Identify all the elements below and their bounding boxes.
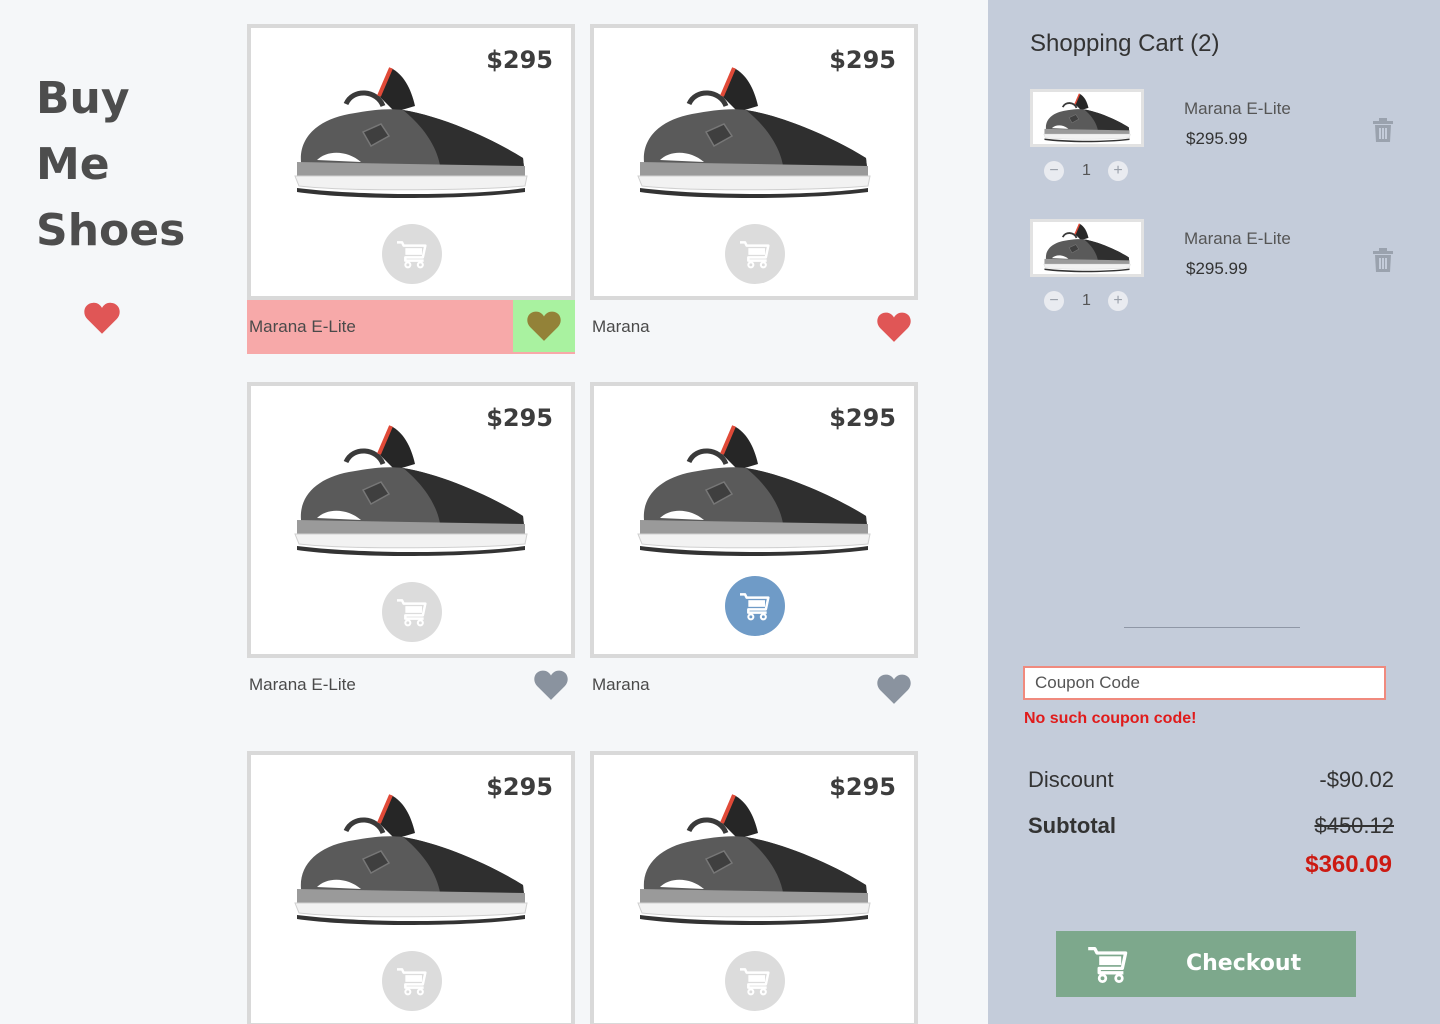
shopping-cart-icon bbox=[738, 591, 772, 621]
heart-icon bbox=[534, 669, 568, 701]
minus-icon[interactable]: − bbox=[1044, 161, 1064, 181]
product-image-frame[interactable]: $295 bbox=[247, 751, 575, 1024]
cart-title: Shopping Cart (2) bbox=[1030, 30, 1220, 57]
trash-icon[interactable] bbox=[1372, 247, 1394, 273]
product-grid: $295 Marana E-Lite $295 Marana $295 Mara… bbox=[247, 24, 919, 1024]
quantity-value: 1 bbox=[1082, 292, 1091, 309]
product-card: $295 Marana bbox=[590, 24, 918, 354]
product-footer: Marana E-Lite bbox=[247, 300, 575, 354]
coupon-code-input[interactable] bbox=[1023, 666, 1386, 700]
minus-icon[interactable]: − bbox=[1044, 291, 1064, 311]
shoe-image bbox=[634, 66, 874, 200]
shoe-image bbox=[1039, 93, 1135, 143]
cart-item-price: $295.99 bbox=[1186, 259, 1248, 278]
product-card: $295 bbox=[590, 751, 918, 1024]
shoe-image bbox=[291, 424, 531, 558]
total-price: $360.09 bbox=[1305, 851, 1392, 878]
favorite-button[interactable] bbox=[513, 300, 575, 352]
discount-value: -$90.02 bbox=[1319, 767, 1394, 792]
product-card: $295 Marana E-Lite bbox=[247, 24, 575, 354]
shoe-image bbox=[291, 793, 531, 927]
product-image-frame[interactable]: $295 bbox=[590, 751, 918, 1024]
cart-item-name: Marana E-Lite bbox=[1184, 99, 1291, 118]
quantity-stepper: − 1 + bbox=[1044, 291, 1128, 311]
product-image-frame[interactable]: $295 bbox=[590, 382, 918, 658]
cart-item: − 1 + Marana E-Lite $295.99 bbox=[1030, 219, 1410, 329]
checkout-button[interactable]: Checkout bbox=[1056, 931, 1356, 997]
shoe-image bbox=[1039, 223, 1135, 273]
subtotal-label: Subtotal bbox=[1028, 813, 1116, 838]
product-footer: Marana bbox=[590, 658, 918, 712]
shoe-image bbox=[634, 424, 874, 558]
shopping-cart-panel: Shopping Cart (2) − 1 + Marana E-Lite $2… bbox=[988, 0, 1440, 1024]
product-card: $295 Marana E-Lite bbox=[247, 382, 575, 712]
add-to-cart-button[interactable] bbox=[725, 224, 785, 284]
product-card: $295 bbox=[247, 751, 575, 1024]
cart-item: − 1 + Marana E-Lite $295.99 bbox=[1030, 89, 1410, 199]
subtotal-row: Subtotal $450.12 bbox=[1028, 813, 1394, 839]
add-to-cart-button[interactable] bbox=[382, 224, 442, 284]
plus-icon[interactable]: + bbox=[1108, 161, 1128, 181]
favorite-button[interactable] bbox=[872, 304, 916, 350]
product-card: $295 Marana bbox=[590, 382, 918, 712]
product-name: Marana E-Lite bbox=[249, 317, 356, 336]
heart-icon[interactable] bbox=[84, 300, 120, 336]
cart-item-price: $295.99 bbox=[1186, 129, 1248, 148]
discount-label: Discount bbox=[1028, 767, 1114, 792]
brand-line: Buy bbox=[36, 73, 130, 124]
shopping-cart-icon bbox=[395, 966, 429, 996]
favorite-button[interactable] bbox=[529, 662, 573, 708]
brand-title: Buy Me Shoes bbox=[36, 66, 216, 264]
cart-item-name: Marana E-Lite bbox=[1184, 229, 1291, 248]
product-image-frame[interactable]: $295 bbox=[247, 382, 575, 658]
heart-icon bbox=[527, 310, 561, 342]
favorite-button[interactable] bbox=[872, 666, 916, 712]
shoe-image bbox=[634, 793, 874, 927]
shopping-cart-icon bbox=[738, 966, 772, 996]
cart-item-thumbnail bbox=[1030, 219, 1144, 277]
shopping-cart-icon bbox=[1086, 943, 1130, 985]
shopping-cart-icon bbox=[395, 597, 429, 627]
add-to-cart-button[interactable] bbox=[725, 576, 785, 636]
trash-icon[interactable] bbox=[1372, 117, 1394, 143]
add-to-cart-button[interactable] bbox=[382, 951, 442, 1011]
shopping-cart-icon bbox=[738, 239, 772, 269]
checkout-label: Checkout bbox=[1186, 951, 1302, 976]
coupon-error-message: No such coupon code! bbox=[1024, 710, 1197, 727]
brand-line: Shoes bbox=[36, 205, 186, 256]
product-image-frame[interactable]: $295 bbox=[247, 24, 575, 300]
quantity-stepper: − 1 + bbox=[1044, 161, 1128, 181]
shoe-image bbox=[291, 66, 531, 200]
heart-icon bbox=[877, 673, 911, 705]
quantity-value: 1 bbox=[1082, 162, 1091, 179]
heart-icon bbox=[877, 311, 911, 343]
divider bbox=[1124, 627, 1300, 628]
product-name: Marana E-Lite bbox=[249, 675, 356, 694]
discount-row: Discount -$90.02 bbox=[1028, 767, 1394, 793]
shopping-cart-icon bbox=[395, 239, 429, 269]
product-footer: Marana bbox=[590, 300, 918, 354]
product-footer: Marana E-Lite bbox=[247, 658, 575, 712]
plus-icon[interactable]: + bbox=[1108, 291, 1128, 311]
brand-line: Me bbox=[36, 139, 110, 190]
product-image-frame[interactable]: $295 bbox=[590, 24, 918, 300]
cart-item-thumbnail bbox=[1030, 89, 1144, 147]
add-to-cart-button[interactable] bbox=[725, 951, 785, 1011]
subtotal-value: $450.12 bbox=[1314, 813, 1394, 838]
product-name: Marana bbox=[592, 317, 650, 336]
product-name: Marana bbox=[592, 675, 650, 694]
add-to-cart-button[interactable] bbox=[382, 582, 442, 642]
